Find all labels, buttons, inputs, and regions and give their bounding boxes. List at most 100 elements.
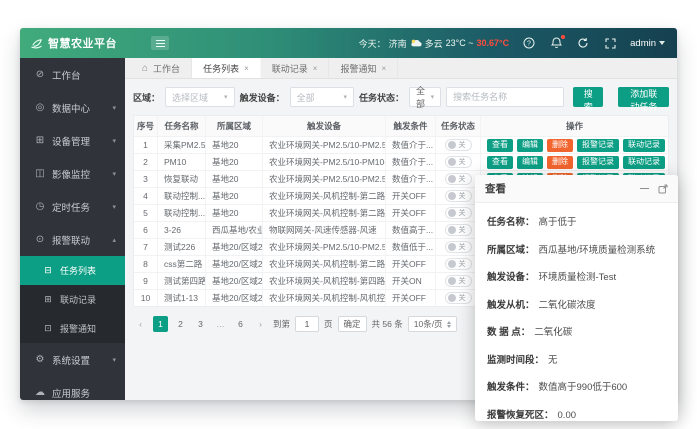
status-toggle[interactable]: 关 (445, 139, 472, 151)
dashboard-icon: ⊘ (34, 69, 46, 80)
search-button[interactable]: 搜索 (573, 87, 603, 107)
confirm-page-button[interactable]: 确定 (338, 316, 367, 332)
sidebar-item-workbench[interactable]: ⊘ 工作台 (20, 58, 125, 91)
cell-condition: 数值低于... (386, 239, 436, 255)
tab-alarm-notice[interactable]: 报警通知 × (329, 58, 398, 78)
help-icon[interactable]: ? (522, 36, 536, 50)
sidebar-item-scheduled-tasks[interactable]: ◷ 定时任务 ▾ (20, 190, 125, 223)
page-button-2[interactable]: 2 (173, 316, 188, 332)
page-button-3[interactable]: 3 (193, 316, 208, 332)
region-select[interactable]: 选择区域 ▾ (165, 87, 235, 107)
page-ellipsis: … (213, 316, 228, 332)
collapse-menu-icon[interactable] (151, 36, 169, 50)
col-region: 所属区域 (206, 116, 263, 136)
user-menu[interactable]: admin (630, 38, 665, 49)
toggle-knob-icon (448, 294, 456, 302)
sidebar-item-data-center[interactable]: ◎ 数据中心 ▾ (20, 91, 125, 124)
cell-index: 2 (134, 154, 158, 170)
sidebar-subitem-task-list[interactable]: ⊟ 任务列表 (20, 256, 125, 285)
col-task-name: 任务名称 (158, 116, 206, 136)
cell-condition: 开关ON (386, 273, 436, 289)
cell-device: 农业环境网关-风机控制-风机控制 (263, 290, 386, 306)
refresh-icon[interactable] (576, 36, 590, 50)
view-button[interactable]: 查看 (487, 139, 513, 152)
cloud-icon (410, 38, 422, 48)
status-toggle[interactable]: 关 (445, 292, 472, 304)
status-toggle[interactable]: 关 (445, 207, 472, 219)
tab-task-list[interactable]: 任务列表 × (192, 58, 261, 78)
chevron-down-icon: ▾ (426, 93, 435, 101)
cell-task-name: css第二路 (158, 256, 206, 272)
goto-page-input[interactable] (295, 316, 319, 332)
status-toggle[interactable]: 关 (445, 241, 472, 253)
alarm-record-button[interactable]: 报警记录 (577, 156, 619, 169)
field-value-trigger-condition: 数值高于990低于600 (539, 379, 628, 393)
table-row: 1 采集PM2.5 基地20 农业环境网关-PM2.5/10-PM2.5 数值介… (134, 136, 668, 153)
chevron-down-icon: ▾ (112, 203, 116, 211)
page-button-6[interactable]: 6 (233, 316, 248, 332)
app-logo: 智慧农业平台 (30, 35, 117, 51)
sidebar-item-system-settings[interactable]: ⚙ 系统设置 ▾ (20, 343, 125, 376)
minimize-icon[interactable] (639, 184, 649, 194)
svg-text:?: ? (527, 40, 531, 47)
sidebar-item-video-monitor[interactable]: ◫ 影像监控 ▾ (20, 157, 125, 190)
page-size-select[interactable]: 10条/页 (408, 316, 457, 332)
prev-page-button[interactable]: ‹ (133, 316, 148, 332)
monitor-icon: ◫ (34, 168, 46, 179)
chevron-down-icon: ▾ (219, 93, 228, 101)
cell-operations: 查看 编辑 删除 报警记录 联动记录 (481, 137, 668, 153)
cell-task-name: 联动控制... (158, 205, 206, 221)
status-filter-label: 任务状态： (359, 91, 404, 104)
tab-workbench[interactable]: ⌂ 工作台 (131, 58, 192, 78)
edit-button[interactable]: 编辑 (517, 156, 543, 169)
weather-condition: 多云 (425, 37, 443, 50)
notification-bell-icon[interactable] (549, 36, 563, 50)
alarm-notice-icon: ⊡ (42, 323, 54, 334)
next-page-button[interactable]: › (253, 316, 268, 332)
linkage-record-button[interactable]: 联动记录 (623, 156, 665, 169)
weather-city: 济南 (389, 37, 407, 50)
close-icon[interactable]: × (313, 64, 318, 73)
cell-task-name: 恢复联动 (158, 171, 206, 187)
sidebar-item-device-mgmt[interactable]: ⊞ 设备管理 ▾ (20, 124, 125, 157)
search-input[interactable] (446, 87, 564, 107)
app-title: 智慧农业平台 (48, 35, 117, 51)
col-device: 触发设备 (263, 116, 386, 136)
add-linkage-task-button[interactable]: 添加联动任务 (618, 87, 669, 107)
linkage-record-button[interactable]: 联动记录 (623, 139, 665, 152)
status-toggle[interactable]: 关 (445, 275, 472, 287)
status-toggle[interactable]: 关 (445, 190, 472, 202)
edit-button[interactable]: 编辑 (517, 139, 543, 152)
sidebar-item-alarm-linkage[interactable]: ⊙ 报警联动 ▴ (20, 223, 125, 256)
close-icon[interactable]: × (244, 64, 249, 73)
maximize-icon[interactable] (658, 184, 668, 194)
status-toggle[interactable]: 关 (445, 258, 472, 270)
status-toggle[interactable]: 关 (445, 173, 472, 185)
page-button-1[interactable]: 1 (153, 316, 168, 332)
col-status: 任务状态 (436, 116, 481, 136)
cell-region: 西瓜基地/农业环... (206, 222, 263, 238)
status-toggle[interactable]: 关 (445, 156, 472, 168)
task-status-select[interactable]: 全部 ▾ (409, 87, 441, 107)
delete-button[interactable]: 删除 (547, 139, 573, 152)
alarm-record-button[interactable]: 报警记录 (577, 139, 619, 152)
view-button[interactable]: 查看 (487, 156, 513, 169)
sidebar-subitem-alarm-notice[interactable]: ⊡ 报警通知 (20, 314, 125, 343)
delete-button[interactable]: 删除 (547, 156, 573, 169)
field-label-recovery-deadzone: 报警恢复死区： (487, 407, 554, 421)
home-icon: ⌂ (142, 63, 148, 74)
cell-condition: 开关OFF (386, 256, 436, 272)
tab-bar: ⌂ 工作台 任务列表 × 联动记录 × 报警通知 × (125, 58, 677, 79)
fullscreen-icon[interactable] (603, 36, 617, 50)
tab-linkage-records[interactable]: 联动记录 × (261, 58, 330, 78)
cell-region: 基地20/区域20 (206, 256, 263, 272)
status-toggle[interactable]: 关 (445, 224, 472, 236)
cell-condition: 开关OFF (386, 188, 436, 204)
cell-region: 基地20/区域20 (206, 290, 263, 306)
table-row: 2 PM10 基地20 农业环境网关-PM2.5/10-PM10- 数值介于..… (134, 153, 668, 170)
sidebar-subitem-linkage-records[interactable]: ⊞ 联动记录 (20, 285, 125, 314)
trigger-device-select[interactable]: 全部 ▾ (290, 87, 354, 107)
close-icon[interactable]: × (381, 64, 386, 73)
cell-index: 10 (134, 290, 158, 306)
sidebar-item-app-services[interactable]: ☁ 应用服务 (20, 376, 125, 400)
